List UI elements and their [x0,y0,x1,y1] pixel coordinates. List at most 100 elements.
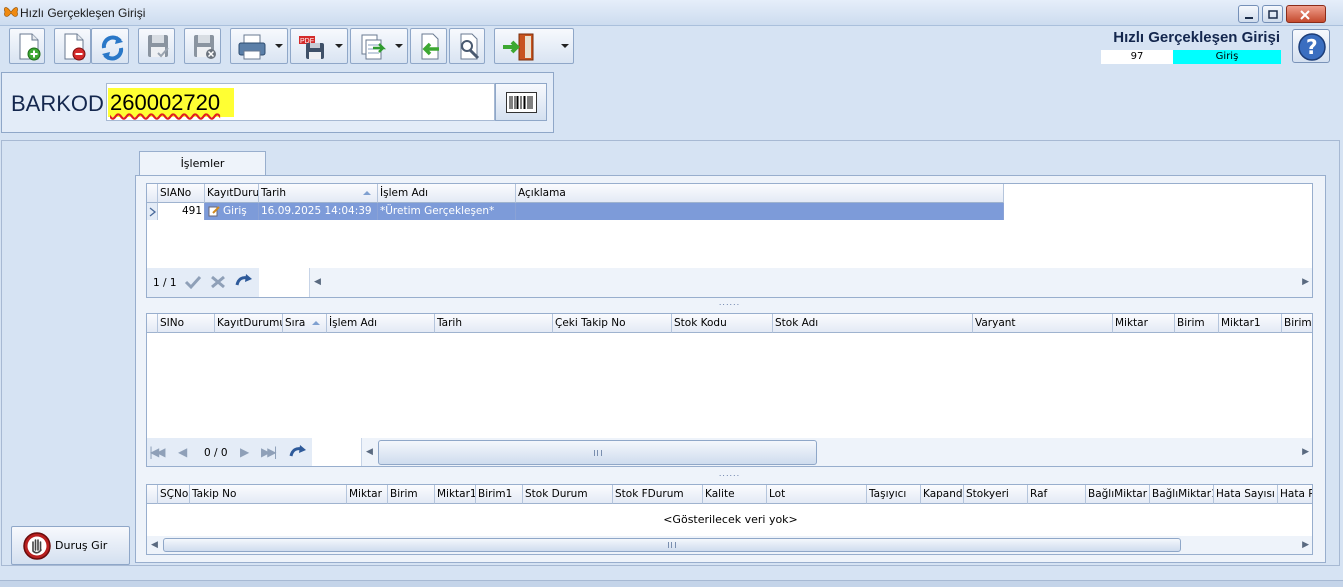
delete-button[interactable] [54,28,91,64]
scroll-thumb[interactable] [378,440,817,465]
new-button[interactable] [9,28,45,64]
splitter-1[interactable]: ...... [146,299,1313,307]
scroll-thumb[interactable] [163,538,1181,552]
cell-siano: 491 [158,203,205,220]
cell-aciklama [516,203,1004,220]
col-miktar[interactable]: Miktar [1113,314,1175,333]
settings-icon [460,33,480,60]
scroll-right-icon[interactable]: ▶ [1302,447,1309,457]
grid1-horizontal-scrollbar[interactable]: ◀ ▶ [309,268,1312,297]
col-stok-adi[interactable]: Stok Adı [773,314,973,333]
col-miktar[interactable]: Miktar [347,485,388,504]
col-birim[interactable]: Birim [1175,314,1219,333]
barcode-scan-button[interactable] [495,83,547,121]
empty-message: <Gösterilecek veri yok> [663,513,798,526]
barcode-label: BARKOD [11,91,104,116]
col-birim[interactable]: Birim [388,485,435,504]
cancel-x-icon[interactable] [209,274,227,290]
first-record-icon[interactable]: |◀◀ [149,445,165,459]
col-hata-sayisi[interactable]: Hata Sayısı [1214,485,1278,504]
col-ceki-takip-no[interactable]: Çeki Takip No [553,314,672,333]
col-tarih[interactable]: Tarih [259,184,378,203]
durus-gir-button[interactable]: Duruş Gir [11,526,130,565]
settings-button[interactable] [449,28,485,64]
splitter-2[interactable]: ...... [146,470,1313,478]
export-button[interactable] [350,28,408,64]
col-islem-adi[interactable]: İşlem Adı [327,314,435,333]
grid3-horizontal-scrollbar[interactable]: ◀ ▶ [147,536,1312,554]
current-row-indicator [147,203,158,220]
col-birim1[interactable]: Birim1 [476,485,523,504]
col-takip-no[interactable]: Takip No [190,485,347,504]
col-tarih-label: Tarih [261,187,286,199]
refresh-arrow-icon[interactable] [234,273,254,289]
col-stok-fdurum[interactable]: Stok FDurum [613,485,703,504]
tab-islemler[interactable]: İşlemler [139,151,266,176]
col-sira-label: Sıra [285,317,306,329]
col-stok-kodu[interactable]: Stok Kodu [672,314,773,333]
col-hata-puan[interactable]: Hata Pu [1278,485,1312,504]
refresh-button[interactable] [91,28,129,64]
cell-kayitdurum-text: Giriş [223,205,247,217]
col-kalite[interactable]: Kalite [703,485,767,504]
next-record-icon[interactable]: ▶ [240,445,249,459]
minimize-icon [1245,17,1253,19]
col-stokyeri[interactable]: Stokyeri [964,485,1028,504]
previous-record-icon[interactable]: ◀ [178,445,187,459]
row-indicator-header [147,485,158,504]
chevron-down-icon [335,44,343,48]
col-stok-durum[interactable]: Stok Durum [523,485,613,504]
new-document-icon [19,33,41,61]
col-kayitdurum[interactable]: KayıtDurum [205,184,259,203]
last-record-icon[interactable]: ▶▶| [261,445,277,459]
window-title: Hızlı Gerçekleşen Girişi [20,6,146,20]
check-icon[interactable] [184,274,202,290]
save-cancel-button[interactable] [184,28,221,64]
col-birim1[interactable]: Birim1 [1282,314,1312,333]
restore-button[interactable] [1262,5,1283,23]
export-icon [361,34,387,60]
scroll-left-icon[interactable]: ◀ [314,277,321,287]
col-kapandi[interactable]: Kapandı [921,485,964,504]
col-bagli-miktar1[interactable]: BağlıMiktar1 [1150,485,1214,504]
col-varyant[interactable]: Varyant [973,314,1113,333]
col-sira[interactable]: Sıra [283,314,327,333]
refresh-arrow-icon[interactable] [288,444,308,460]
scroll-right-icon[interactable]: ▶ [1302,277,1309,287]
movements-grid: SÇNo Takip No Miktar Birim Miktar1 Birim… [146,484,1313,555]
col-kayitdurumu[interactable]: KayıtDurumu [215,314,283,333]
col-miktar1[interactable]: Miktar1 [1219,314,1282,333]
print-button[interactable] [230,28,288,64]
help-button[interactable]: ? [1292,29,1330,63]
col-islem-adi[interactable]: İşlem Adı [378,184,516,203]
save-button[interactable] [138,28,175,64]
barcode-input[interactable]: 260002720 [106,83,495,121]
col-siano[interactable]: SIANo [158,184,205,203]
col-lot[interactable]: Lot [767,485,867,504]
save-cancel-icon [194,35,216,59]
col-bagli-miktar[interactable]: BağlıMiktar [1086,485,1150,504]
col-scno[interactable]: SÇNo [158,485,190,504]
col-tasiyici[interactable]: Taşıyıcı [867,485,921,504]
col-tarih[interactable]: Tarih [435,314,553,333]
butterfly-icon [4,7,18,17]
close-button[interactable] [1286,5,1326,23]
scroll-right-icon[interactable]: ▶ [1302,540,1309,550]
minimize-button[interactable] [1238,5,1259,23]
scroll-left-icon[interactable]: ◀ [151,540,158,550]
save-icon [148,35,169,58]
pdf-export-button[interactable]: PDF [290,28,348,64]
col-raf[interactable]: Raf [1028,485,1086,504]
import-button[interactable] [410,28,447,64]
cell-tarih: 16.09.2025 14:04:39 [259,203,378,220]
pdf-export-icon: PDF [299,36,324,59]
scroll-left-icon[interactable]: ◀ [366,447,373,457]
row-indicator-header [147,314,158,333]
grid2-horizontal-scrollbar[interactable]: ◀ ▶ [361,438,1312,466]
close-icon [1300,10,1310,20]
col-miktar1[interactable]: Miktar1 [435,485,476,504]
col-sino[interactable]: SINo [158,314,215,333]
exit-button[interactable] [494,28,574,64]
grid2-navigator: |◀◀ ◀ 0 / 0 ▶ ▶▶| [147,438,312,466]
col-aciklama[interactable]: Açıklama [516,184,1004,203]
